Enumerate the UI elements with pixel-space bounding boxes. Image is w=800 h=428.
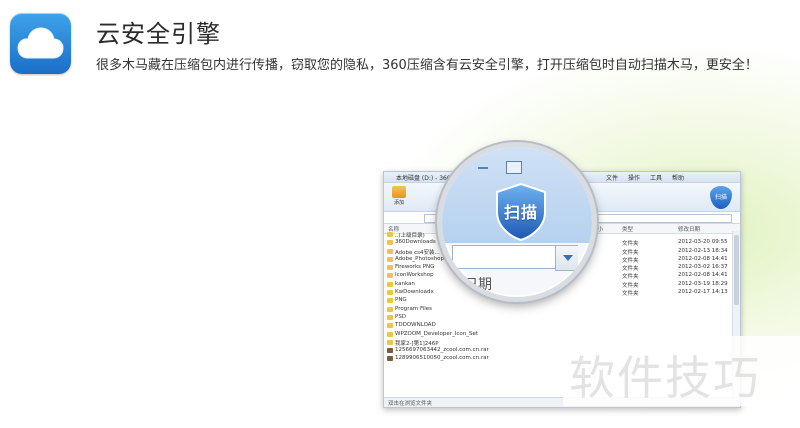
row-type: 文件夹	[622, 282, 639, 289]
row-type: 文件夹	[622, 241, 639, 248]
menu-action[interactable]: 操作	[628, 173, 640, 182]
row-name: IconWorkshop	[395, 272, 434, 279]
row-name: 360Downloads	[395, 239, 436, 246]
row-date: 2012-03-19 18:29	[678, 280, 728, 287]
dropdown-arrow-icon	[555, 245, 578, 271]
row-name: TDDOWNLOAD	[395, 322, 436, 329]
menu-help[interactable]: 帮助	[672, 173, 684, 182]
minimize-icon	[478, 167, 488, 169]
folder-icon	[387, 290, 393, 296]
folder-icon	[387, 265, 393, 271]
folder-icon	[387, 273, 393, 279]
magnifier-lens: 扫描 日期	[437, 142, 597, 302]
scan-button-small[interactable]: 扫描	[710, 186, 732, 209]
folder-icon	[387, 323, 393, 329]
row-type: 文件夹	[622, 274, 639, 281]
watermark: 软件技巧	[563, 336, 800, 406]
row-name: Adobe cs4安装...	[395, 249, 440, 256]
cloud-icon	[17, 27, 64, 59]
row-name: 我家2-[第1]246P	[395, 340, 439, 347]
row-type: 文件夹	[622, 291, 639, 298]
archive-icon	[387, 348, 393, 354]
row-date: 2012-03-20 09:55	[678, 239, 728, 246]
row-date: 2012-02-08 14:41	[678, 272, 728, 279]
row-name: ..(上级目录)	[395, 233, 425, 239]
archive-icon	[387, 356, 393, 362]
folder-icon	[387, 240, 393, 246]
menu-tools[interactable]: 工具	[650, 173, 662, 182]
feature-description: 很多木马藏在压缩包内进行传播，窃取您的隐私，360压缩含有云安全引擎，打开压缩包…	[96, 58, 758, 73]
folder-icon	[387, 256, 393, 262]
cloud-app-icon	[10, 13, 71, 74]
folder-icon	[387, 314, 393, 320]
row-type: 文件夹	[622, 257, 639, 264]
table-row[interactable]: PSD	[384, 314, 732, 322]
folder-icon	[387, 248, 393, 254]
row-date: 2012-02-13 18:34	[678, 247, 728, 254]
page-title: 云安全引擎	[96, 20, 221, 48]
folder-icon	[387, 232, 393, 237]
scrollbar-thumb[interactable]	[734, 235, 739, 305]
row-name: WPZOOM_Developer_Icon_Set	[395, 330, 478, 337]
row-date: 2012-02-17 14:13	[678, 289, 728, 296]
table-row[interactable]: TDDOWNLOAD	[384, 322, 732, 330]
row-name: kankan	[395, 280, 415, 287]
row-type: 文件夹	[622, 249, 639, 256]
row-type: 文件夹	[622, 266, 639, 273]
folder-icon	[387, 339, 393, 345]
row-name: 1289906510050_zcool.com.cn.rar	[395, 355, 489, 362]
add-icon	[392, 186, 406, 198]
row-name: KwDownloadx	[395, 289, 434, 296]
table-row[interactable]: PNG	[384, 297, 732, 305]
row-date: 2012-03-02 16:37	[678, 264, 728, 271]
add-button[interactable]: 添加	[390, 186, 408, 206]
scan-button-magnified[interactable]: 扫描	[493, 199, 549, 223]
folder-icon	[387, 306, 393, 312]
folder-icon	[387, 281, 393, 287]
row-name: Adobe_Photoshop...	[395, 255, 450, 262]
row-name: Fireworks PNG	[395, 264, 435, 271]
table-row[interactable]: Program Files	[384, 306, 732, 314]
row-name: PSD	[395, 313, 407, 320]
folder-icon	[387, 298, 393, 304]
status-text: 双击在浏览文件夹	[388, 401, 433, 407]
menu-file[interactable]: 文件	[606, 173, 618, 182]
row-date: 2012-02-08 14:41	[678, 255, 728, 262]
row-name: 1256697063442_zcool.com.cn.rar	[395, 347, 489, 354]
row-name: Program Files	[395, 305, 433, 312]
magnified-date-label: 日期	[464, 277, 492, 293]
folder-icon	[387, 331, 393, 337]
maximize-icon	[506, 161, 522, 174]
row-name: PNG	[395, 297, 407, 304]
